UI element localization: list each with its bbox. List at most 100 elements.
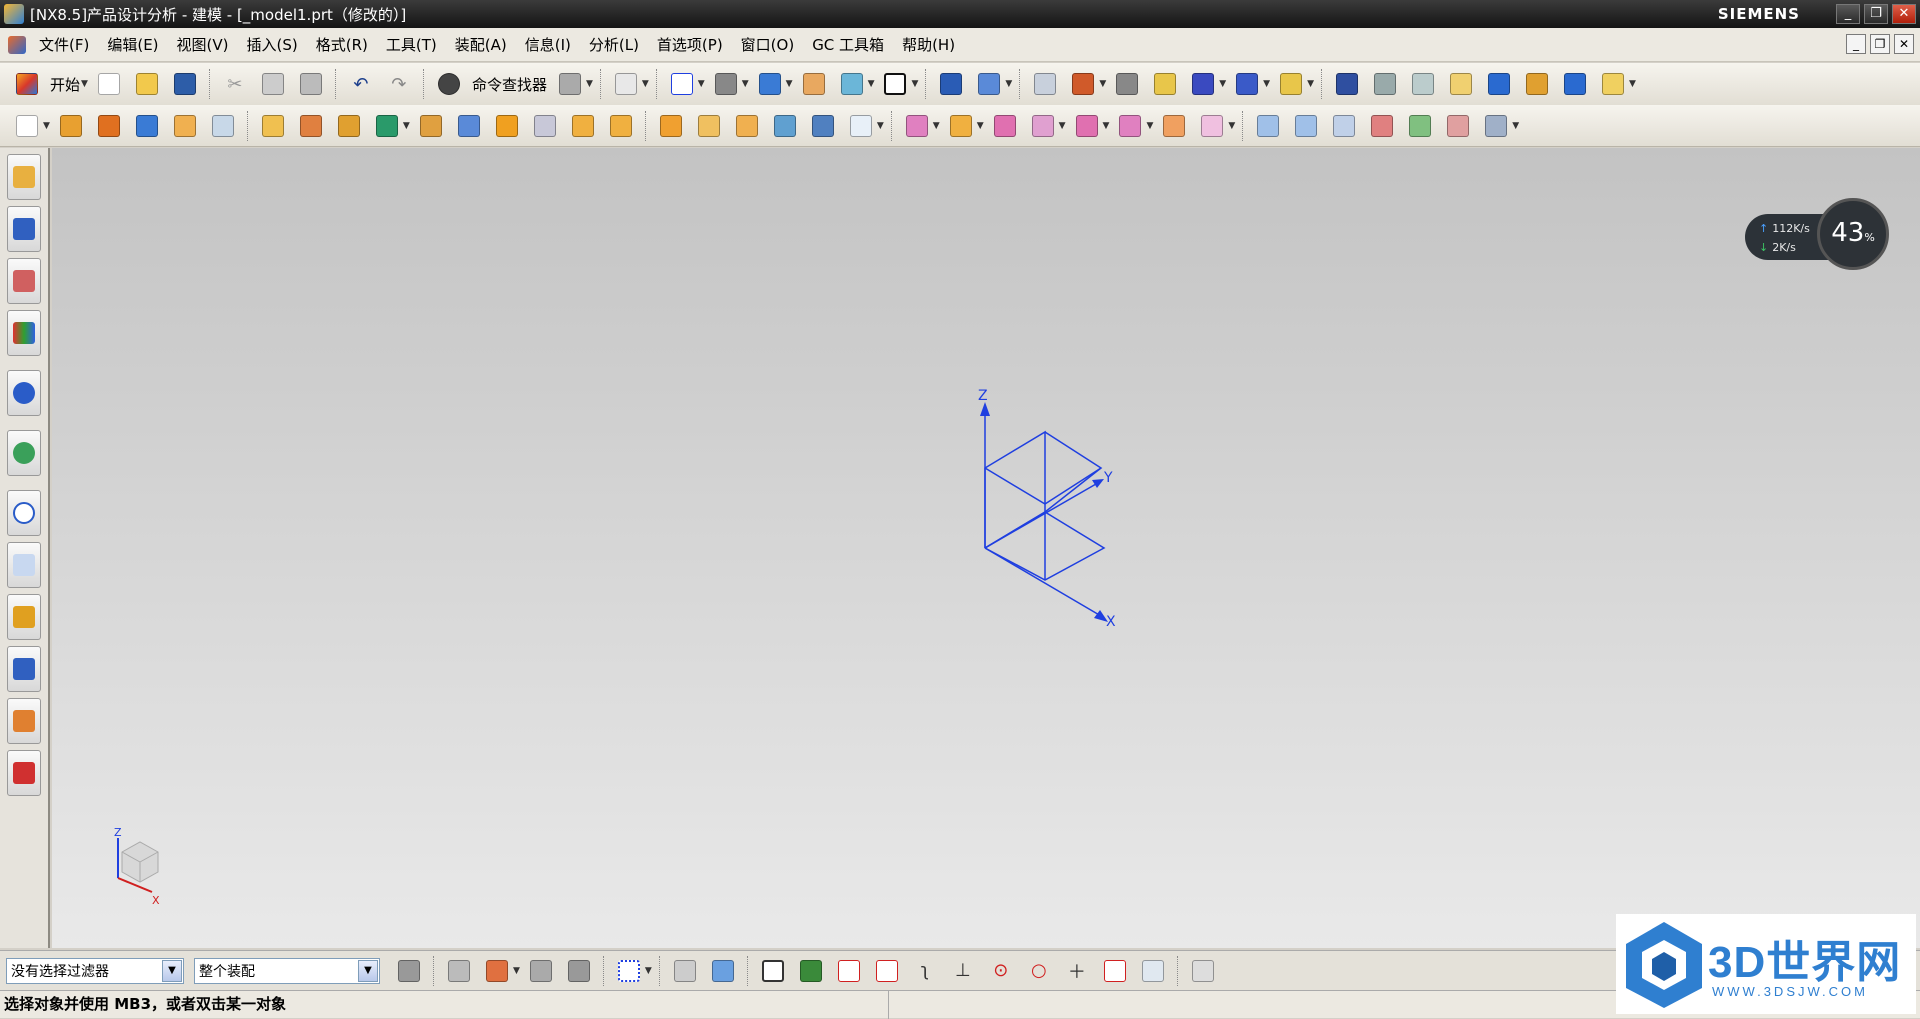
part-navigator-tab-icon[interactable] [7,258,41,304]
point-on-face-icon[interactable] [1138,956,1168,986]
menu-tools[interactable]: 工具(T) [377,28,446,62]
paint-icon[interactable] [1484,69,1514,99]
minimize-button[interactable]: _ [1836,4,1860,24]
type-filter-select[interactable]: 没有选择过滤器 ▼ [6,957,184,984]
body-select-icon[interactable] [708,956,738,986]
wcs-icon[interactable] [974,69,1004,99]
tag-icon[interactable] [1446,69,1476,99]
menu-view[interactable]: 视图(V) [168,28,238,62]
start-icon[interactable] [12,69,42,99]
start-button[interactable]: 开始 [50,74,80,95]
thread-icon[interactable] [416,111,446,141]
move-to-layer-icon[interactable] [1068,69,1098,99]
menu-analysis[interactable]: 分析(L) [580,28,648,62]
history-tab-icon[interactable] [7,490,41,536]
selection-icon[interactable] [611,69,641,99]
endpoint-icon[interactable] [834,956,864,986]
copy-icon[interactable] [258,69,288,99]
measure-distance-icon[interactable] [1232,69,1262,99]
assembly-load-icon[interactable] [1560,69,1590,99]
clipping-icon[interactable] [799,69,829,99]
touch-mode-icon[interactable] [555,69,585,99]
save-icon[interactable] [170,69,200,99]
replace-face-icon[interactable] [1028,111,1058,141]
manufacturing-wizard-tab-icon[interactable] [7,594,41,640]
subtract-icon[interactable] [694,111,724,141]
layer-stack-icon[interactable] [1370,69,1400,99]
snap-point-icon[interactable] [482,956,512,986]
roles-tab-icon[interactable] [7,698,41,744]
assembly-filter-icon[interactable] [394,956,424,986]
reuse-library-tab-icon[interactable] [7,310,41,356]
midpoint-icon[interactable] [872,956,902,986]
block-icon[interactable] [132,111,162,141]
select-all-icon[interactable] [526,956,556,986]
intersection-icon[interactable]: ⊥ [948,956,978,986]
menu-assembly[interactable]: 装配(A) [446,28,516,62]
menu-information[interactable]: 信息(I) [516,28,580,62]
memory-usage-circle[interactable]: 43% [1817,198,1889,270]
menu-edit[interactable]: 编辑(E) [98,28,167,62]
hole-icon[interactable] [296,111,326,141]
move-face-icon[interactable] [902,111,932,141]
system-materials-tab-icon[interactable] [7,646,41,692]
layer-table-icon[interactable] [1408,69,1438,99]
new-file-icon[interactable] [94,69,124,99]
quadrant-point-icon[interactable]: ○ [1024,956,1054,986]
web-browser-tab-icon[interactable] [7,430,41,476]
assembly-navigator-icon[interactable] [1332,69,1362,99]
render-style-icon[interactable] [711,69,741,99]
extrude-icon[interactable] [56,111,86,141]
paste-icon[interactable] [296,69,326,99]
fit-view-icon[interactable] [667,69,697,99]
resize-face-icon[interactable] [1072,111,1102,141]
linear-dimension-icon[interactable] [1115,111,1145,141]
doc-close-button[interactable]: ✕ [1894,34,1914,54]
section-view-icon[interactable] [837,69,867,99]
mesh-surface-icon[interactable] [1291,111,1321,141]
datum-csys-icon[interactable] [334,111,364,141]
offset-face-icon[interactable] [770,111,800,141]
layer-settings-icon[interactable] [1030,69,1060,99]
abc-icon[interactable] [1598,69,1628,99]
pad-icon[interactable] [170,111,200,141]
constraint-navigator-tab-icon[interactable] [7,206,41,252]
redo-icon[interactable]: ↷ [384,69,414,99]
shaded-cube-icon[interactable] [755,69,785,99]
revolve-icon[interactable] [94,111,124,141]
chevron-down-icon[interactable]: ▼ [358,959,378,982]
radial-dimension-icon[interactable] [1159,111,1189,141]
close-button[interactable]: ✕ [1892,4,1916,24]
menu-insert[interactable]: 插入(S) [238,28,307,62]
menu-file[interactable]: 文件(F) [30,28,98,62]
snap-enable-icon[interactable] [758,956,788,986]
sketch-icon[interactable] [12,111,42,141]
hammer-icon[interactable] [1522,69,1552,99]
wireframe-cube-icon[interactable] [846,111,876,141]
network-speed-widget[interactable]: ↑ 112K/s ↓ 2K/s 43% [1745,198,1890,270]
hide-icon[interactable] [1150,69,1180,99]
intersect-icon[interactable] [732,111,762,141]
face-select-icon[interactable] [670,956,700,986]
hd3d-tools-tab-icon[interactable] [7,370,41,416]
selection-scope-select[interactable]: 整个装配 ▼ [194,957,380,984]
undo-icon[interactable]: ↶ [346,69,376,99]
menu-gc-toolbox[interactable]: GC 工具箱 [803,28,893,62]
command-finder-button[interactable]: 命令查找器 [472,74,547,95]
object-display-icon[interactable] [1112,69,1142,99]
draft-icon[interactable] [606,111,636,141]
deselect-icon[interactable] [564,956,594,986]
delete-face-icon[interactable] [990,111,1020,141]
chamfer-icon[interactable] [530,111,560,141]
scale-body-icon[interactable] [808,111,838,141]
binoculars-icon[interactable] [434,69,464,99]
snap-grid-icon[interactable] [796,956,826,986]
menu-preferences[interactable]: 首选项(P) [648,28,732,62]
open-folder-icon[interactable] [132,69,162,99]
chevron-down-icon[interactable]: ▼ [162,959,182,982]
graphics-window[interactable]: Z Y X Z X ↑ 112K/s ↓ 2K/s 43% [52,148,1920,948]
doc-minimize-button[interactable]: _ [1846,34,1866,54]
orient-view-icon[interactable] [936,69,966,99]
assembly-navigator-tab-icon[interactable] [7,154,41,200]
control-point-icon[interactable]: ʅ [910,956,940,986]
